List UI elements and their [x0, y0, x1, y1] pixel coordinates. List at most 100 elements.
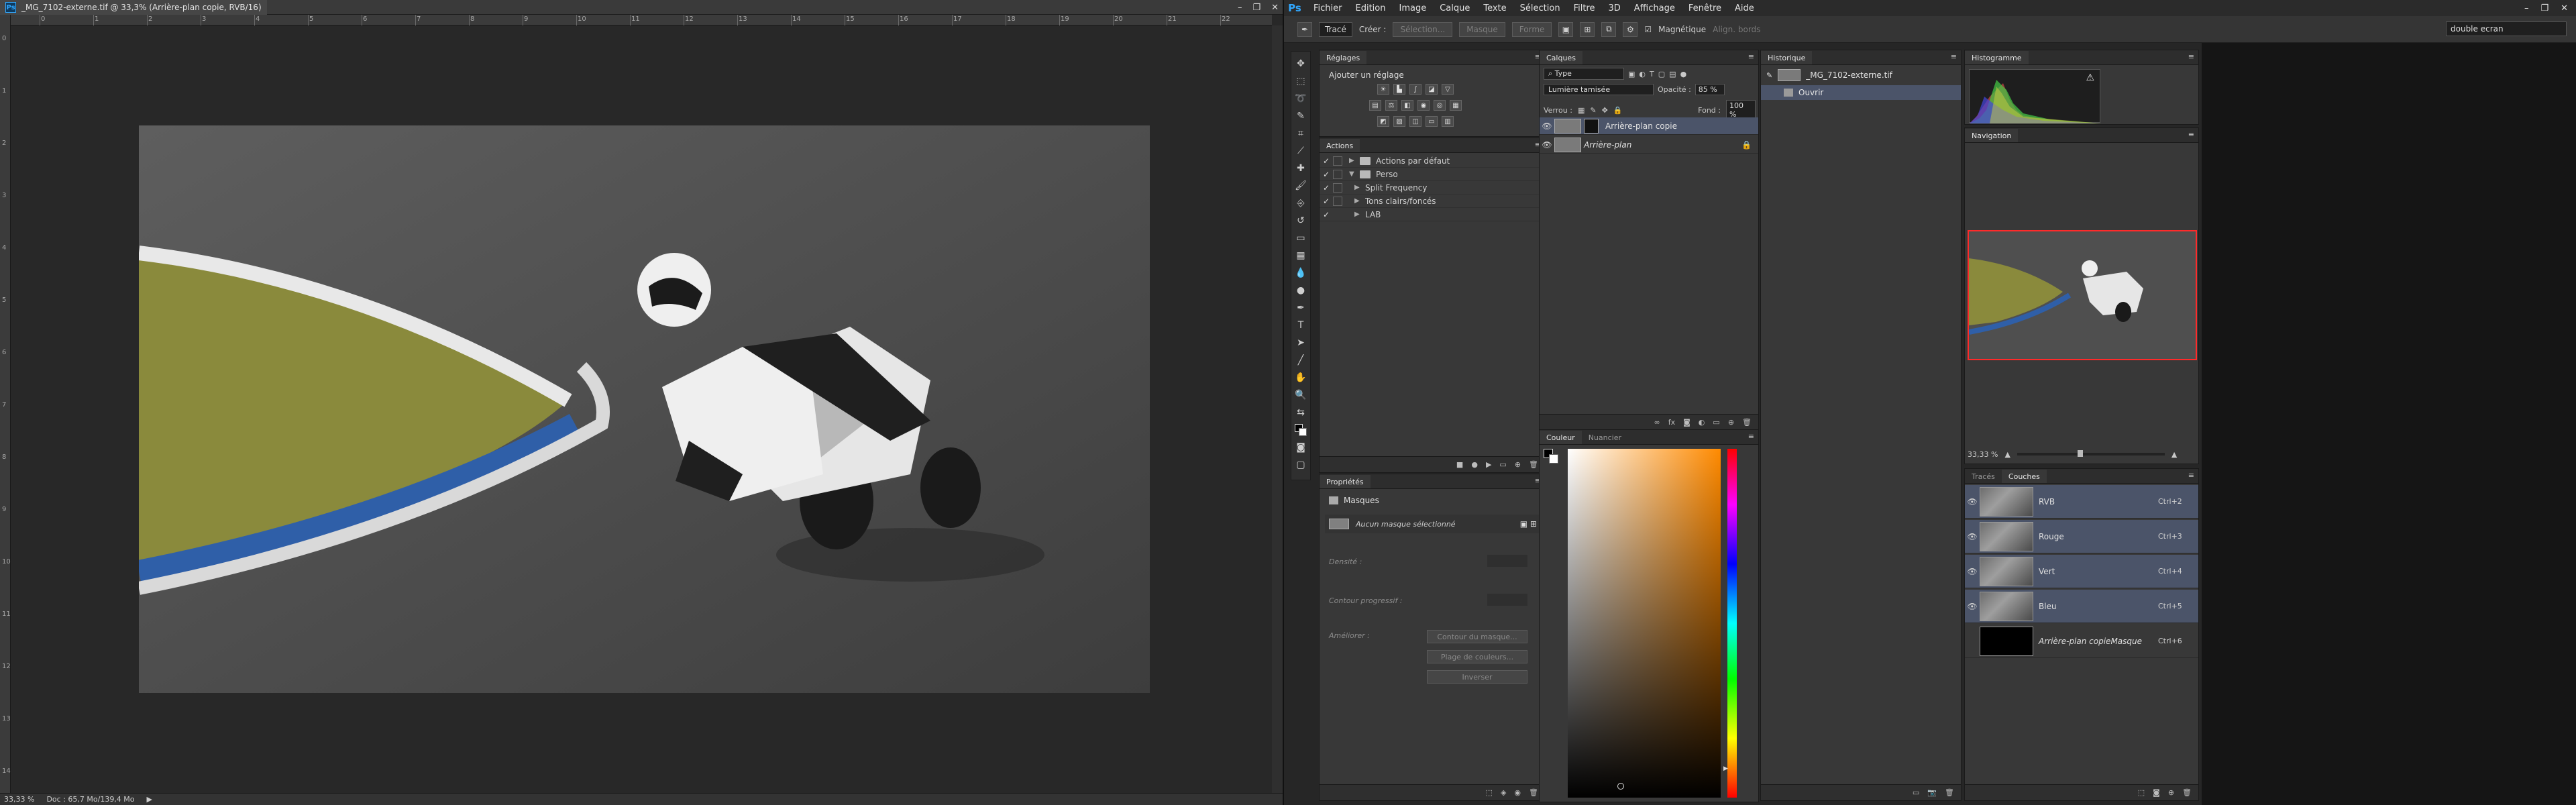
channel-row[interactable]: 👁 Vert Ctrl+4 — [1965, 555, 2198, 588]
marquee-tool-icon[interactable]: ⬚ — [1293, 73, 1309, 89]
zoom-in-icon[interactable]: ▲ — [2171, 450, 2177, 459]
hue-slider[interactable]: ▶ — [1723, 449, 1737, 798]
gear-icon[interactable]: ⚙ — [1623, 21, 1638, 37]
new-set-folder-icon[interactable]: ▭ — [1499, 460, 1506, 469]
fx-icon[interactable]: fx — [1668, 418, 1675, 427]
filter-type-icon[interactable]: T — [1650, 70, 1654, 78]
pen-tool-preset-icon[interactable]: ✒ — [1297, 21, 1312, 37]
menu-fichier[interactable]: Fichier — [1307, 3, 1349, 13]
trash-icon[interactable]: 🗑 — [1529, 460, 1538, 469]
zoom-out-icon[interactable]: ▲ — [2004, 450, 2010, 459]
filter-smart-icon[interactable]: ▤ — [1669, 70, 1676, 78]
eye-icon[interactable]: 👁 — [1540, 121, 1554, 131]
new-document-icon[interactable]: ▭ — [1913, 788, 1919, 797]
action-set-row[interactable]: ✓ ▼ Perso — [1320, 168, 1545, 181]
adjustment-layer-icon[interactable]: ◐ — [1699, 418, 1705, 427]
lock-transparent-icon[interactable]: ▦ — [1578, 106, 1585, 115]
checkmark-icon[interactable]: ✓ — [1320, 156, 1333, 166]
filter-shape-icon[interactable]: ▢ — [1658, 70, 1665, 78]
visibility-icon[interactable]: ◉ — [1514, 788, 1521, 797]
hue-saturation-icon[interactable]: ▤ — [1369, 100, 1381, 111]
magnetic-checkbox-icon[interactable]: ☑ — [1644, 25, 1652, 34]
filter-adjust-icon[interactable]: ◐ — [1639, 70, 1646, 78]
navigator-zoom-value[interactable]: 33,33 % — [1968, 450, 1998, 459]
selection-button[interactable]: Sélection... — [1393, 21, 1453, 37]
type-tool-icon[interactable]: T — [1293, 317, 1309, 333]
dialog-toggle[interactable] — [1333, 182, 1342, 193]
checkmark-icon[interactable]: ✓ — [1320, 197, 1333, 206]
exposure-icon[interactable]: ◪ — [1426, 84, 1438, 95]
menu-affichage[interactable]: Affichage — [1627, 3, 1682, 13]
action-row[interactable]: ✓ ▶ Split Frequency — [1320, 181, 1545, 195]
eye-icon[interactable]: 👁 — [1965, 602, 1980, 611]
trash-icon[interactable]: 🗑 — [2182, 788, 2192, 797]
zoom-tool-icon[interactable]: 🔍 — [1293, 387, 1309, 402]
curves-icon[interactable]: ∫ — [1409, 84, 1421, 95]
blur-tool-icon[interactable]: 💧 — [1293, 265, 1309, 280]
density-field[interactable] — [1487, 555, 1527, 567]
color-field-cursor[interactable] — [1617, 783, 1624, 790]
workspace-select[interactable]: double ecran — [2446, 21, 2567, 36]
eye-icon[interactable]: 👁 — [1965, 532, 1980, 541]
lock-pixels-icon[interactable]: ✎ — [1590, 106, 1596, 115]
panel-menu-icon[interactable]: ≡ — [2188, 471, 2194, 480]
panel-menu-icon[interactable]: ≡ — [2188, 52, 2194, 61]
color-lookup-icon[interactable]: ▦ — [1450, 100, 1462, 111]
color-field[interactable] — [1568, 449, 1721, 798]
opacity-input[interactable]: 85 % — [1695, 84, 1725, 95]
status-zoom[interactable]: 33,33 % — [4, 795, 34, 804]
filter-toggle-icon[interactable]: ● — [1680, 70, 1687, 78]
posterize-icon[interactable]: ▨ — [1393, 116, 1405, 127]
app-minimize-icon[interactable]: – — [2524, 3, 2529, 13]
menu-calque[interactable]: Calque — [1433, 3, 1477, 13]
new-channel-icon[interactable]: ⊕ — [2168, 788, 2174, 797]
menu-fenetre[interactable]: Fenêtre — [1682, 3, 1728, 13]
minimize-icon[interactable]: – — [1238, 3, 1242, 13]
channel-row[interactable]: 👁 Bleu Ctrl+5 — [1965, 590, 2198, 623]
history-state-row[interactable]: Ouvrir — [1761, 85, 1961, 100]
color-balance-icon[interactable]: ⚖ — [1385, 100, 1397, 111]
tab-navigator[interactable]: Navigation — [1965, 129, 2019, 142]
mask-edge-button[interactable]: Contour du masque... — [1427, 630, 1527, 643]
crop-tool-icon[interactable]: ⌗ — [1293, 125, 1309, 141]
dialog-toggle[interactable] — [1333, 156, 1342, 166]
healing-tool-icon[interactable]: ✚ — [1293, 160, 1309, 176]
vibrance-icon[interactable]: ▽ — [1442, 84, 1454, 95]
pen-tool-icon[interactable]: ✒ — [1293, 300, 1309, 315]
tab-paths[interactable]: Tracés — [1965, 470, 2002, 483]
dialog-toggle[interactable] — [1333, 196, 1342, 206]
eye-icon[interactable]: 👁 — [1540, 140, 1554, 150]
menu-selection[interactable]: Sélection — [1513, 3, 1567, 13]
path-alignment-icon[interactable]: ⊞ — [1580, 21, 1595, 37]
black-white-icon[interactable]: ◧ — [1401, 100, 1413, 111]
quick-select-tool-icon[interactable]: ✎ — [1293, 108, 1309, 123]
tab-color[interactable]: Couleur — [1540, 431, 1582, 444]
threshold-icon[interactable]: ◫ — [1409, 116, 1421, 127]
dodge-tool-icon[interactable]: ● — [1293, 282, 1309, 298]
cache-warning-icon[interactable]: ⚠ — [2086, 72, 2094, 83]
status-menu-arrow-icon[interactable]: ▶ — [147, 795, 152, 804]
color-fg-bg-swatch[interactable] — [1544, 449, 1558, 464]
load-selection-icon[interactable]: ⬚ — [1486, 788, 1493, 797]
channel-row[interactable]: 👁 Arrière-plan copieMasque Ctrl+6 — [1965, 625, 2198, 658]
eye-icon[interactable]: 👁 — [1965, 497, 1980, 506]
menu-edition[interactable]: Edition — [1349, 3, 1393, 13]
close-icon[interactable]: ✕ — [1271, 3, 1279, 13]
mask-button[interactable]: Masque — [1459, 21, 1505, 37]
dialog-toggle[interactable] — [1333, 169, 1342, 179]
app-restore-icon[interactable]: ❐ — [2540, 3, 2548, 13]
selective-color-icon[interactable]: ▥ — [1442, 116, 1454, 127]
eye-icon[interactable]: 👁 — [1965, 567, 1980, 576]
trash-icon[interactable]: 🗑 — [1529, 788, 1538, 797]
levels-icon[interactable]: ▙ — [1393, 84, 1405, 95]
new-group-icon[interactable]: ▭ — [1713, 418, 1719, 427]
layer-row[interactable]: 👁 Arrière-plan 🔒 — [1540, 136, 1758, 154]
invert-button[interactable]: Inverser — [1427, 670, 1527, 684]
move-tool-icon[interactable]: ✥ — [1293, 56, 1309, 71]
menu-aide[interactable]: Aide — [1728, 3, 1761, 13]
history-brush-source-icon[interactable]: ✎ — [1766, 71, 1772, 80]
navigator-preview[interactable] — [1968, 230, 2197, 360]
document-canvas[interactable] — [139, 125, 1150, 693]
expand-arrow-icon[interactable]: ▶ — [1354, 184, 1365, 191]
load-channel-icon[interactable]: ⬚ — [2138, 788, 2145, 797]
